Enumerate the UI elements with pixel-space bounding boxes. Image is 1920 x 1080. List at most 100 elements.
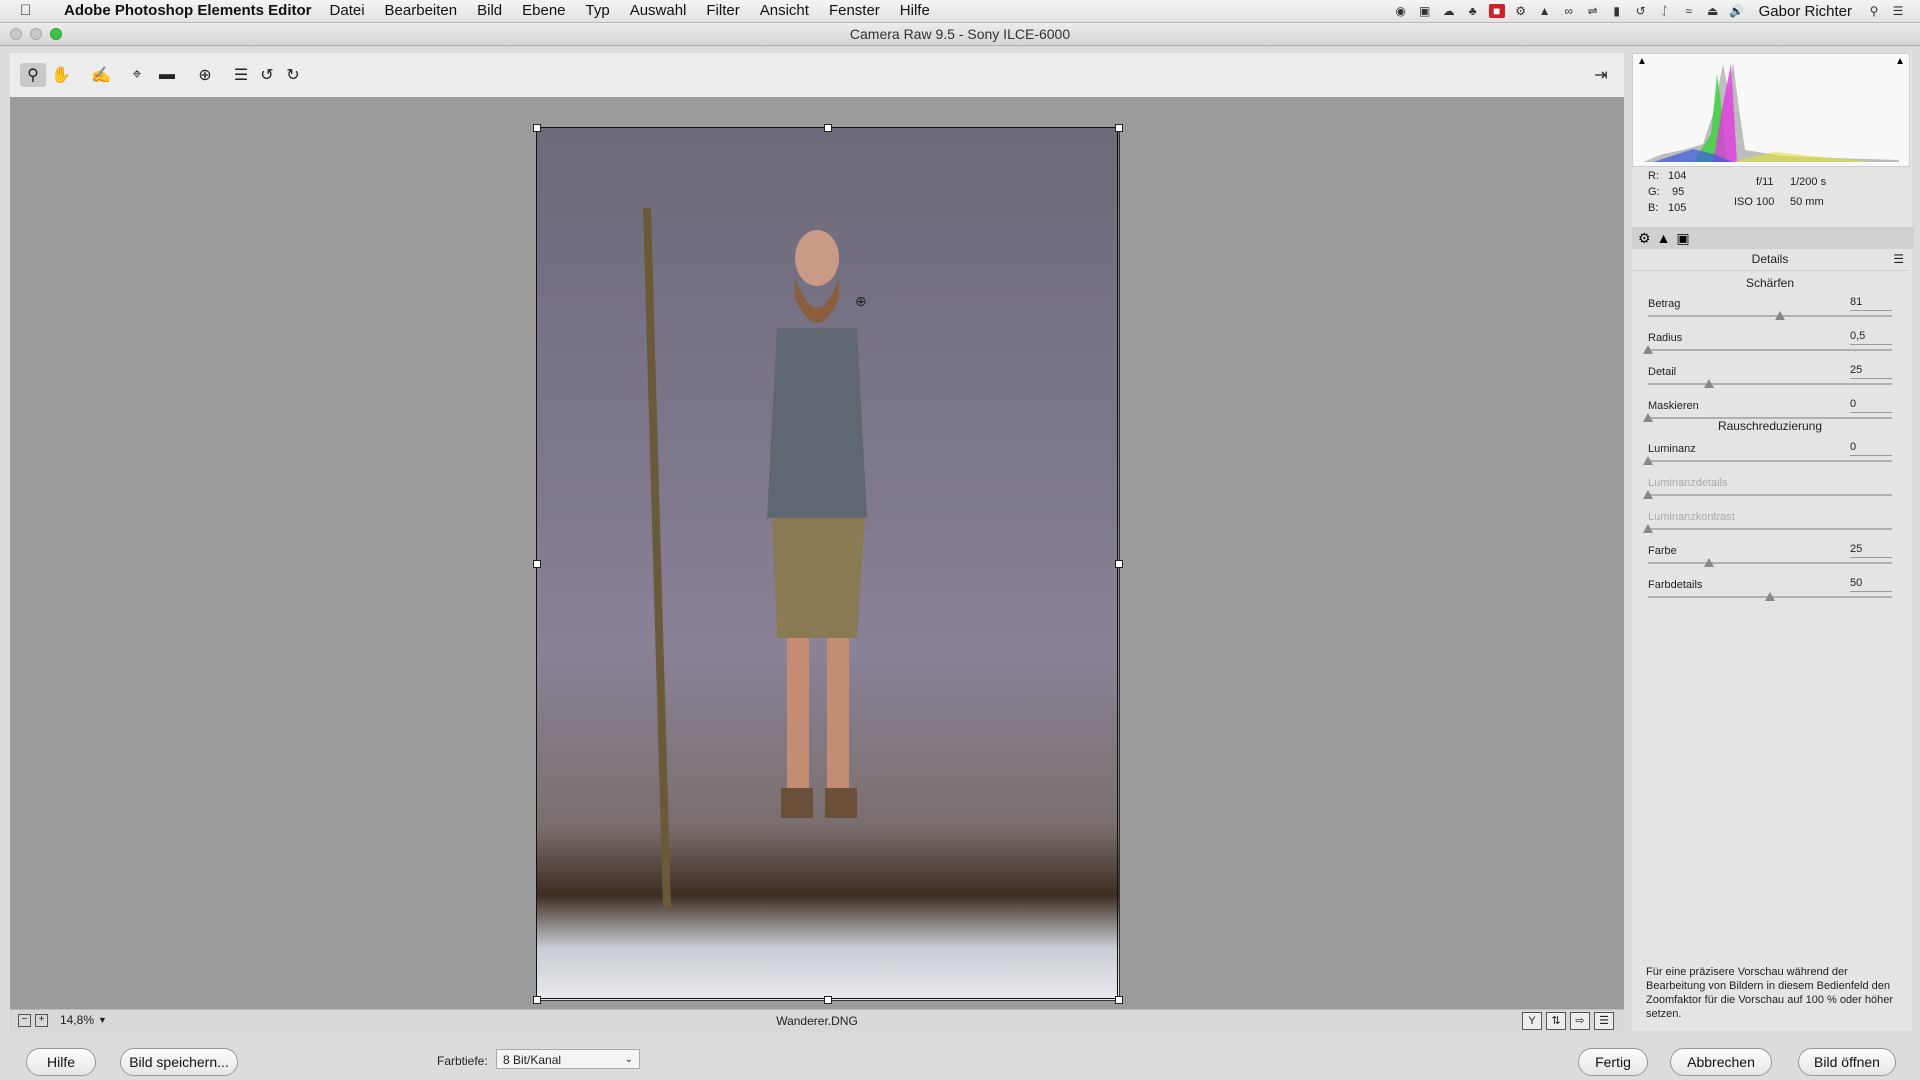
- menu-app-name[interactable]: Adobe Photoshop Elements Editor: [54, 2, 320, 20]
- slider-value-input[interactable]: 0: [1850, 441, 1892, 456]
- crop-handle-bl[interactable]: [533, 996, 541, 1004]
- battery-icon[interactable]: ▮: [1609, 4, 1625, 18]
- slider-betrag[interactable]: Betrag 81: [1648, 296, 1892, 326]
- menu-items: Adobe Photoshop Elements Editor Datei Be…: [54, 2, 940, 20]
- crop-handle-t[interactable]: [824, 124, 832, 132]
- eject-icon[interactable]: ⏏: [1705, 4, 1721, 18]
- bluetooth-icon[interactable]: ᛇ: [1657, 4, 1673, 18]
- rotate-left-icon[interactable]: ↺: [254, 63, 280, 87]
- slider-luminanzkontrast[interactable]: Luminanzkontrast: [1643, 511, 1892, 539]
- slider-track[interactable]: [1648, 315, 1892, 317]
- crop-handle-r[interactable]: [1115, 560, 1123, 568]
- rotate-right-icon[interactable]: ↻: [280, 63, 306, 87]
- close-icon[interactable]: [10, 28, 22, 40]
- menu-datei[interactable]: Datei: [320, 2, 375, 20]
- menu-filter[interactable]: Filter: [696, 2, 749, 20]
- gear-icon[interactable]: ⚙: [1513, 4, 1529, 18]
- menu-bearbeiten[interactable]: Bearbeiten: [375, 2, 468, 20]
- menu-ebene[interactable]: Ebene: [512, 2, 575, 20]
- crop-handle-br[interactable]: [1115, 996, 1123, 1004]
- presets-icon[interactable]: ☰: [228, 63, 254, 87]
- slider-detail[interactable]: Detail 25: [1648, 364, 1892, 394]
- volume-icon[interactable]: 🔊: [1729, 4, 1745, 18]
- swap-icon[interactable]: ⇅: [1546, 1012, 1566, 1030]
- slider-thumb[interactable]: [1704, 558, 1714, 567]
- open-image-button[interactable]: Bild öffnen: [1798, 1048, 1896, 1076]
- crop-frame[interactable]: [536, 127, 1118, 999]
- apple-icon[interactable]: : [20, 2, 31, 19]
- crop-handle-tr[interactable]: [1115, 124, 1123, 132]
- menu-typ[interactable]: Typ: [576, 2, 620, 20]
- slider-luminanz[interactable]: Luminanz 0: [1643, 441, 1892, 471]
- slider-luminanzdetails[interactable]: Luminanzdetails: [1643, 477, 1892, 505]
- slider-value-input[interactable]: 0,5: [1850, 330, 1892, 345]
- preview-footer: − + 14,8% ▼ Wanderer.DNG Y ⇅ ⇨ ☰: [10, 1009, 1624, 1032]
- slider-track[interactable]: [1648, 562, 1892, 564]
- copy-settings-icon[interactable]: ⇨: [1570, 1012, 1590, 1030]
- tab-basic-icon[interactable]: ⚙: [1638, 230, 1651, 247]
- depth-select[interactable]: 8 Bit/Kanal ⌄: [496, 1049, 640, 1069]
- slider-farbdetails[interactable]: Farbdetails 50: [1648, 577, 1892, 607]
- list-icon[interactable]: ☰: [1890, 4, 1906, 18]
- slider-value-input[interactable]: 50: [1850, 577, 1892, 592]
- menu-hilfe[interactable]: Hilfe: [890, 2, 940, 20]
- user-name[interactable]: Gabor Richter: [1759, 3, 1852, 20]
- time-machine-icon[interactable]: ↺: [1633, 4, 1649, 18]
- slider-thumb[interactable]: [1643, 345, 1653, 354]
- evernote-icon[interactable]: ♣: [1465, 4, 1481, 18]
- help-button[interactable]: Hilfe: [26, 1048, 96, 1076]
- slider-thumb[interactable]: [1774, 311, 1785, 320]
- minimize-icon[interactable]: [30, 28, 42, 40]
- menu-auswahl[interactable]: Auswahl: [620, 2, 697, 20]
- record-icon[interactable]: ◉: [1393, 4, 1409, 18]
- save-image-button[interactable]: Bild speichern...: [120, 1048, 238, 1076]
- slider-track[interactable]: [1648, 349, 1892, 351]
- cloud-icon[interactable]: ☁: [1441, 4, 1457, 18]
- crop-handle-tl[interactable]: [533, 124, 541, 132]
- tab-camera-icon[interactable]: ▣: [1676, 230, 1689, 247]
- menu-ansicht[interactable]: Ansicht: [750, 2, 819, 20]
- image-preview[interactable]: ⊕: [10, 97, 1624, 1009]
- crop-handle-b[interactable]: [824, 996, 832, 1004]
- screen-icon[interactable]: ▣: [1417, 4, 1433, 18]
- slider-track[interactable]: [1648, 383, 1892, 385]
- slider-track[interactable]: [1648, 494, 1892, 496]
- cancel-button[interactable]: Abbrechen: [1670, 1048, 1772, 1076]
- slider-value-input[interactable]: 0: [1850, 398, 1892, 413]
- tab-detail-icon[interactable]: ▲: [1657, 230, 1671, 246]
- zoom-icon[interactable]: ⚲: [20, 63, 46, 87]
- hand-icon[interactable]: ✋: [48, 63, 74, 87]
- drive-icon[interactable]: ▲: [1537, 4, 1553, 18]
- crop-handle-l[interactable]: [533, 560, 541, 568]
- slider-thumb[interactable]: [1765, 592, 1775, 601]
- creative-cloud-icon[interactable]: ∞: [1561, 4, 1577, 18]
- slider-farbe[interactable]: Farbe 25: [1648, 543, 1892, 573]
- slider-thumb[interactable]: [1643, 456, 1653, 465]
- crop-icon[interactable]: ⌖: [124, 63, 150, 87]
- slider-thumb[interactable]: [1704, 379, 1714, 388]
- slider-value-input[interactable]: 81: [1850, 296, 1892, 311]
- open-object-icon[interactable]: ⇥: [1588, 63, 1614, 87]
- menu-fenster[interactable]: Fenster: [819, 2, 890, 20]
- slider-radius[interactable]: Radius 0,5: [1643, 330, 1892, 360]
- menu-bild[interactable]: Bild: [467, 2, 512, 20]
- wifi-icon[interactable]: ≈: [1681, 4, 1697, 18]
- window-title: Camera Raw 9.5 - Sony ILCE-6000: [849, 26, 1071, 42]
- panel-menu-icon[interactable]: ☰: [1893, 252, 1904, 266]
- done-button[interactable]: Fertig: [1578, 1048, 1648, 1076]
- slider-thumb[interactable]: [1643, 490, 1653, 499]
- slider-track[interactable]: [1648, 528, 1892, 530]
- eyedropper-icon[interactable]: ✍: [88, 63, 114, 87]
- search-icon[interactable]: ⚲: [1866, 4, 1882, 18]
- before-after-icon[interactable]: Y: [1522, 1012, 1542, 1030]
- straighten-icon[interactable]: ▬: [154, 63, 180, 87]
- sync-icon[interactable]: ⇌: [1585, 4, 1601, 18]
- app-red-icon[interactable]: ■: [1488, 4, 1505, 18]
- toggle-settings-icon[interactable]: ☰: [1594, 1012, 1614, 1030]
- slider-thumb[interactable]: [1643, 524, 1653, 533]
- zoom-window-icon[interactable]: [50, 28, 62, 40]
- slider-value-input[interactable]: 25: [1850, 364, 1892, 379]
- slider-track[interactable]: [1648, 460, 1892, 462]
- slider-value-input[interactable]: 25: [1850, 543, 1892, 558]
- redeye-icon[interactable]: ⊕: [192, 63, 218, 87]
